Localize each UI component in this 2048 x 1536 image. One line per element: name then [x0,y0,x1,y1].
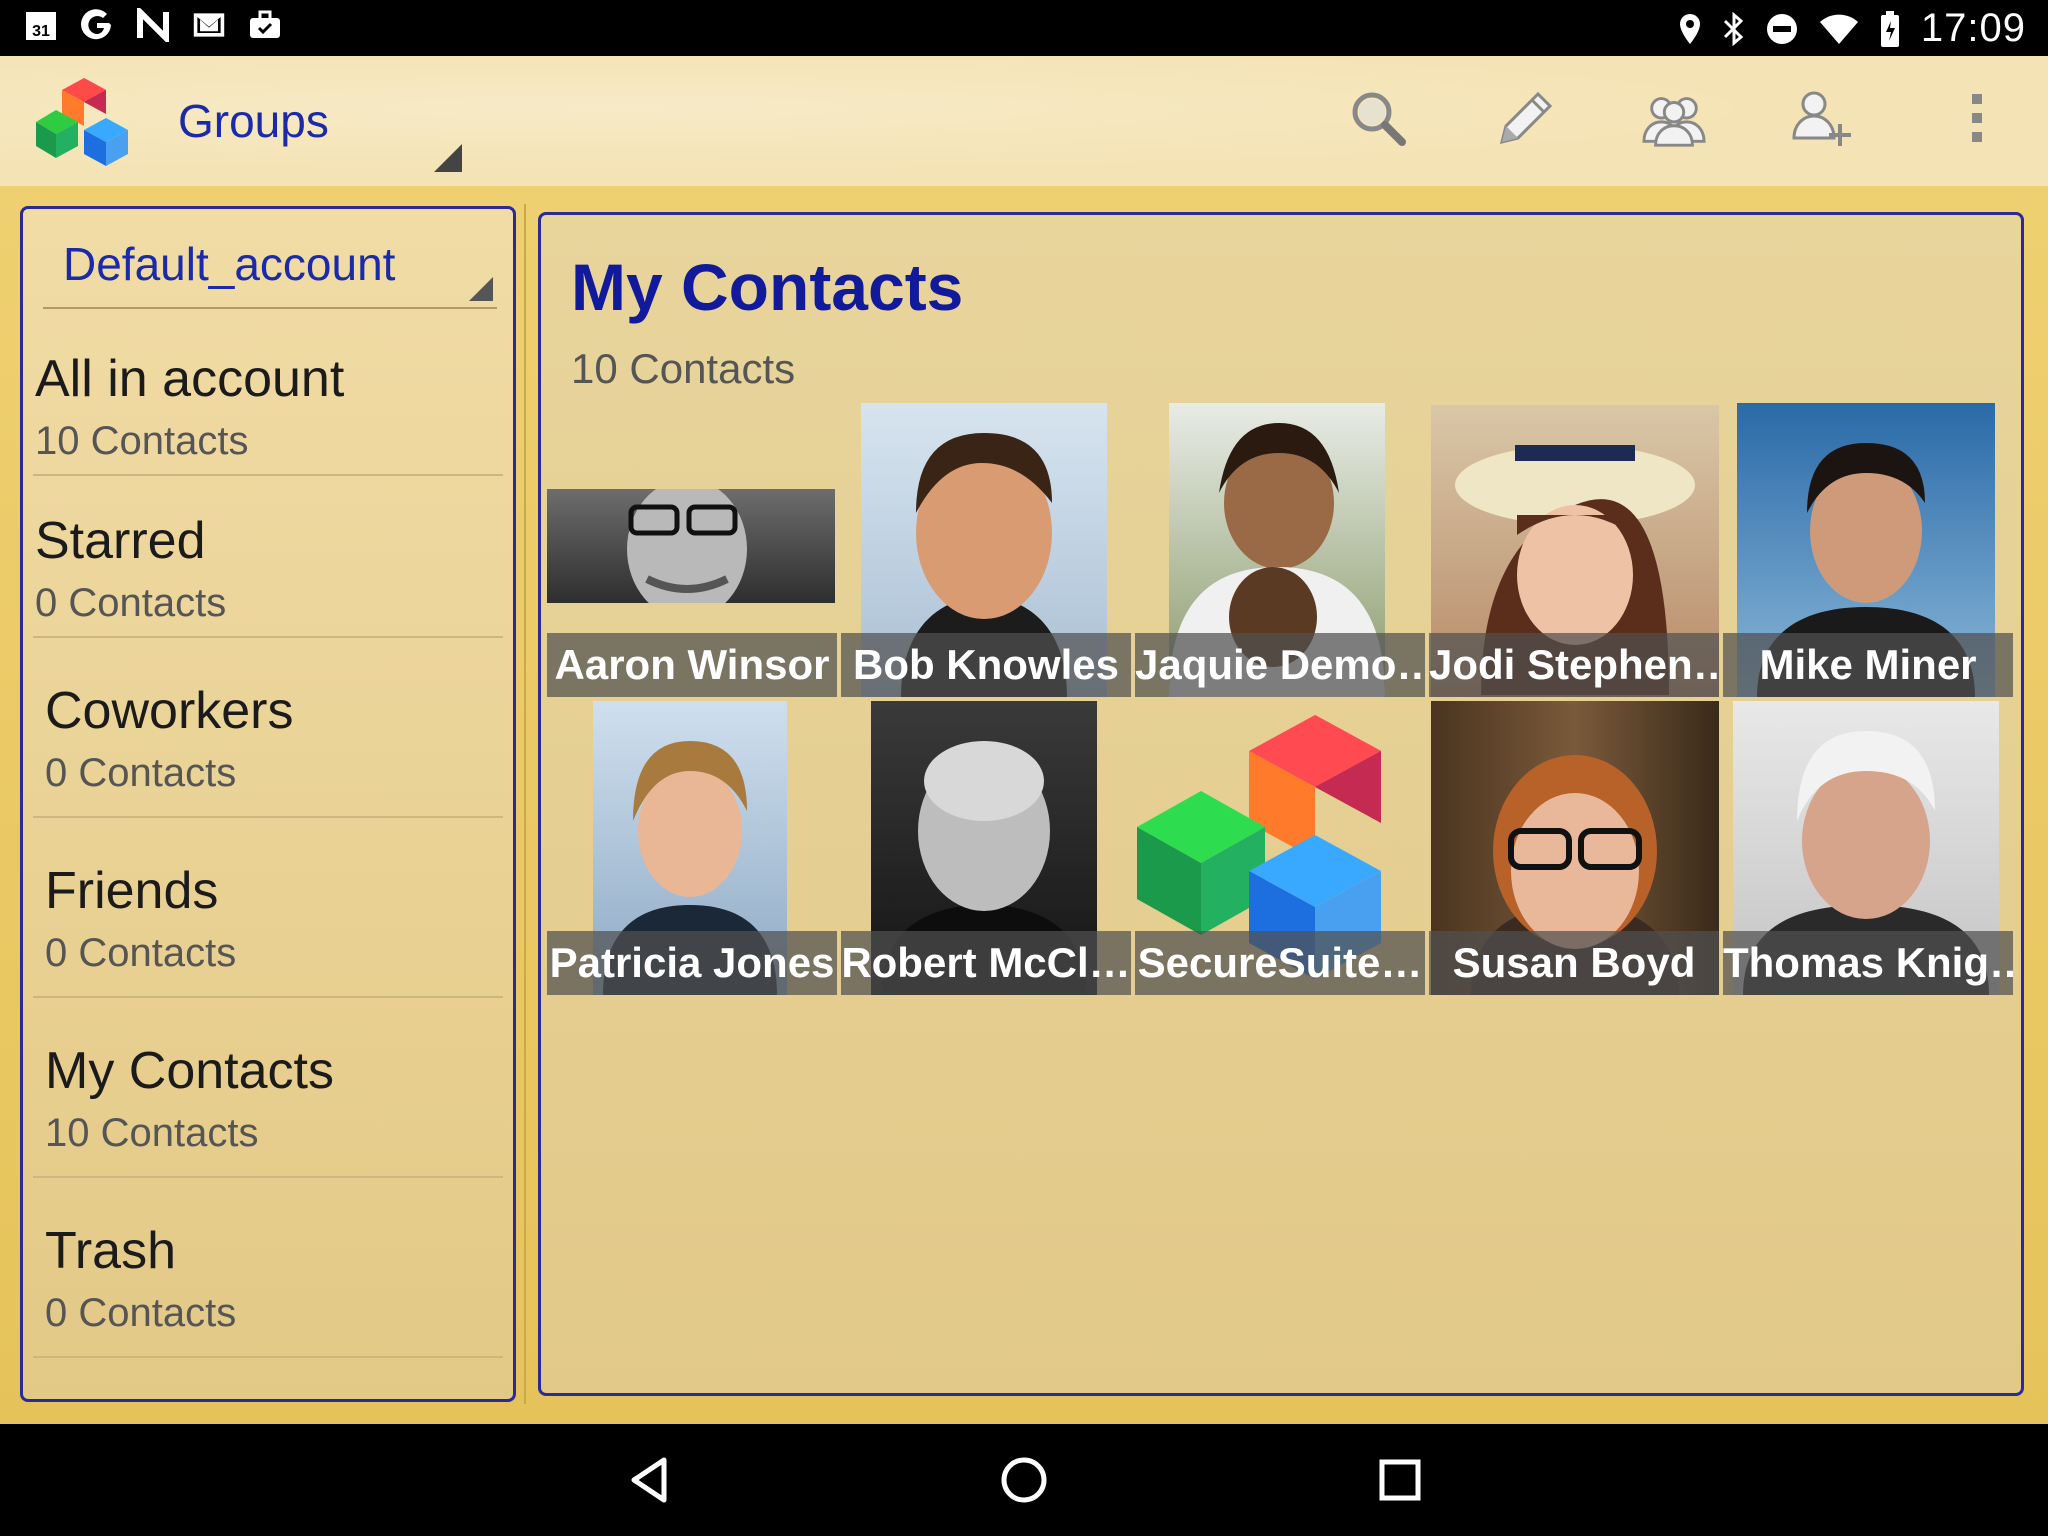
overflow-menu-icon[interactable] [1944,86,2008,150]
bluetooth-icon [1723,11,1744,46]
content-area: Default_account All in account 10 Contac… [0,186,2048,1424]
account-dropdown-icon[interactable] [469,277,493,301]
group-selector[interactable]: Groups [178,94,329,148]
contact-name: Jaquie Demo… [1135,633,1425,697]
action-bar: Groups [0,56,2048,186]
dnd-icon [1766,13,1797,44]
contacts-count: 10 Contacts [571,345,796,392]
contact-name: Robert McCl… [841,931,1131,995]
group-count: 0 Contacts [35,581,227,625]
contact-name: SecureSuite… [1135,931,1425,995]
home-icon[interactable] [998,1454,1050,1506]
group-item-friends[interactable]: Friends 0 Contacts [23,819,513,999]
contacts-panel: My Contacts 10 Contacts Aaron Winsor Bob… [538,212,2024,1396]
calendar-icon: 31 [24,8,58,42]
group-name: Friends [45,862,219,920]
search-icon[interactable] [1346,86,1410,150]
contact-name: Thomas Knig… [1723,931,2013,995]
divider [33,636,503,638]
edit-icon[interactable] [1494,86,1558,150]
account-underline [43,307,497,309]
notification-icons: 31 [24,8,282,42]
add-contact-icon[interactable] [1790,86,1854,150]
divider [33,474,503,476]
group-count: 0 Contacts [45,751,237,795]
clock: 17:09 [1920,6,2026,50]
location-icon [1679,13,1700,44]
contact-tile-mike-miner[interactable]: Mike Miner [1723,403,2013,697]
divider [33,1356,503,1358]
group-item-all-in-account[interactable]: All in account 10 Contacts [23,319,513,479]
contact-name: Bob Knowles [841,633,1131,697]
contact-name: Mike Miner [1723,633,2013,697]
contact-name: Patricia Jones [547,931,837,995]
gmail-icon [192,8,226,42]
contact-tile-aaron-winsor[interactable]: Aaron Winsor [547,403,837,697]
page-title: My Contacts [571,250,964,324]
groups-icon[interactable] [1642,86,1706,150]
navigation-bar [0,1424,2048,1536]
group-list-panel: Default_account All in account 10 Contac… [20,206,516,1402]
group-name: Starred [35,512,206,570]
recents-icon[interactable] [1374,1454,1426,1506]
group-item-my-contacts[interactable]: My Contacts 10 Contacts [23,999,513,1179]
status-bar: 31 17:09 [0,0,2048,56]
account-selector[interactable]: Default_account [63,237,395,291]
contact-tile-thomas-knig[interactable]: Thomas Knig… [1723,701,2013,995]
contact-tile-bob-knowles[interactable]: Bob Knowles [841,403,1131,697]
google-icon [80,8,114,42]
group-count: 0 Contacts [45,931,237,975]
group-item-trash[interactable]: Trash 0 Contacts [23,1179,513,1359]
briefcase-icon [248,8,282,42]
contact-tile-jaquie-demo[interactable]: Jaquie Demo… [1135,403,1425,697]
group-name: My Contacts [45,1042,334,1100]
dropdown-triangle-icon[interactable] [434,144,462,172]
back-icon[interactable] [624,1454,676,1506]
group-count: 0 Contacts [45,1291,237,1335]
contact-tile-patricia-jones[interactable]: Patricia Jones [547,701,837,995]
contact-name: Aaron Winsor [547,633,837,697]
contact-name: Susan Boyd [1429,931,1719,995]
group-name: All in account [35,350,345,408]
group-count: 10 Contacts [35,419,249,463]
group-name: Coworkers [45,682,294,740]
contact-photo [547,479,835,619]
panel-divider [524,204,526,1404]
contact-name: Jodi Stephen… [1429,633,1719,697]
contact-tile-jodi-stephen[interactable]: Jodi Stephen… [1429,403,1719,697]
battery-icon [1880,10,1899,47]
wifi-icon [1819,14,1858,44]
contact-tile-susan-boyd[interactable]: Susan Boyd [1429,701,1719,995]
divider [33,996,503,998]
group-count: 10 Contacts [45,1111,259,1155]
group-item-starred[interactable]: Starred 0 Contacts [23,479,513,639]
group-item-coworkers[interactable]: Coworkers 0 Contacts [23,639,513,819]
group-name: Trash [45,1222,176,1280]
svg-text:31: 31 [32,23,50,40]
app-logo-icon [36,78,128,166]
divider [33,1176,503,1178]
contact-tile-robert-mccl[interactable]: Robert McCl… [841,701,1131,995]
contact-tile-securesuite[interactable]: SecureSuite… [1135,701,1425,995]
system-indicators: 17:09 [1677,6,2026,51]
nfc-icon [136,8,170,42]
divider [33,816,503,818]
